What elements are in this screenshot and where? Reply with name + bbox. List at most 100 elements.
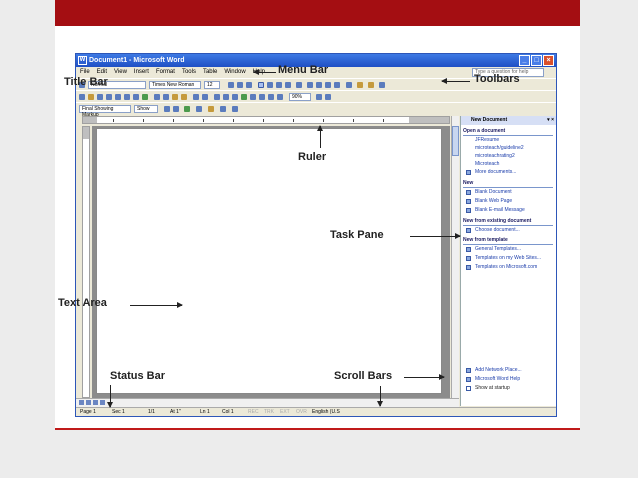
word-app-icon[interactable]: W: [78, 56, 87, 65]
maximize-button[interactable]: □: [531, 55, 542, 66]
next-change-icon[interactable]: [173, 106, 179, 112]
undo-icon[interactable]: [193, 94, 199, 100]
new-comment-icon[interactable]: [208, 106, 214, 112]
bold-icon[interactable]: [228, 82, 234, 88]
show-hide-icon[interactable]: [277, 94, 283, 100]
outline-view-icon[interactable]: [100, 400, 105, 405]
vertical-scrollbar[interactable]: [451, 116, 459, 402]
email-icon[interactable]: [115, 94, 121, 100]
recent-doc-link[interactable]: JFResume: [475, 137, 499, 144]
track-changes-icon[interactable]: [220, 106, 226, 112]
drawing-icon[interactable]: [259, 94, 265, 100]
cut-icon[interactable]: [154, 94, 160, 100]
columns-icon[interactable]: [250, 94, 256, 100]
text-area[interactable]: [96, 128, 442, 394]
minimize-button[interactable]: _: [519, 55, 530, 66]
recent-doc-link[interactable]: microteach/guideline2: [475, 145, 524, 152]
close-button[interactable]: ×: [543, 55, 554, 66]
open-icon[interactable]: [88, 94, 94, 100]
blank-email-link[interactable]: Blank E-mail Message: [475, 207, 525, 214]
more-documents-link[interactable]: More documents...: [475, 169, 516, 176]
tables-borders-icon[interactable]: [223, 94, 229, 100]
insert-table-icon[interactable]: [232, 94, 238, 100]
font-color-icon[interactable]: [368, 82, 374, 88]
accept-change-icon[interactable]: [184, 106, 190, 112]
label-status-bar: Status Bar: [110, 370, 166, 382]
task-pane-header[interactable]: New Document ▾ ×: [461, 116, 556, 125]
align-right-icon[interactable]: [276, 82, 282, 88]
web-layout-icon[interactable]: [86, 400, 91, 405]
reject-change-icon[interactable]: [196, 106, 202, 112]
underline-icon[interactable]: [246, 82, 252, 88]
highlight-icon[interactable]: [357, 82, 363, 88]
hyperlink-icon[interactable]: [214, 94, 220, 100]
previous-change-icon[interactable]: [164, 106, 170, 112]
font-combo[interactable]: Times New Roman: [149, 81, 201, 89]
increase-indent-icon[interactable]: [334, 82, 340, 88]
choose-document-icon: [466, 228, 471, 233]
general-templates-link[interactable]: General Templates...: [475, 246, 521, 253]
border-icon[interactable]: [346, 82, 352, 88]
font-size-combo[interactable]: 12: [204, 81, 220, 89]
choose-document-link[interactable]: Choose document...: [475, 227, 520, 234]
blank-web-page-link[interactable]: Blank Web Page: [475, 198, 512, 205]
format-painter-icon[interactable]: [181, 94, 187, 100]
add-network-place-link[interactable]: Add Network Place...: [475, 367, 522, 374]
bullets-icon[interactable]: [316, 82, 322, 88]
print-preview-icon[interactable]: [133, 94, 139, 100]
help-icon[interactable]: [316, 94, 322, 100]
blank-document-link[interactable]: Blank Document: [475, 189, 512, 196]
paste-icon[interactable]: [172, 94, 178, 100]
display-for-review-combo[interactable]: Final Showing Markup: [79, 105, 131, 118]
horizontal-scrollbar[interactable]: [76, 398, 459, 407]
office-templates-link[interactable]: Templates on Microsoft.com: [475, 264, 537, 271]
new-document-icon[interactable]: [79, 94, 85, 100]
recent-doc-link[interactable]: microteachrating2: [475, 153, 515, 160]
align-left-icon[interactable]: [258, 82, 264, 88]
decrease-indent-icon[interactable]: [325, 82, 331, 88]
scroll-thumb[interactable]: [452, 126, 459, 156]
normal-view-icon[interactable]: [79, 400, 84, 405]
menu-table[interactable]: Table: [203, 67, 217, 78]
print-icon[interactable]: [124, 94, 130, 100]
numbering-icon[interactable]: [307, 82, 313, 88]
status-rec[interactable]: REC: [248, 408, 259, 416]
status-ovr[interactable]: OVR: [296, 408, 307, 416]
show-at-startup-checkbox[interactable]: [466, 386, 471, 391]
menu-insert[interactable]: Insert: [134, 67, 149, 78]
italic-icon[interactable]: [237, 82, 243, 88]
show-markup-combo[interactable]: Show: [134, 105, 158, 113]
status-pages: 1/1: [148, 409, 155, 415]
spelling-icon[interactable]: [142, 94, 148, 100]
menu-tools[interactable]: Tools: [182, 67, 196, 78]
insert-excel-icon[interactable]: [241, 94, 247, 100]
save-icon[interactable]: [97, 94, 103, 100]
task-pane-close-icon[interactable]: ▾ ×: [547, 116, 554, 125]
reviewing-toolbar: Final Showing Markup Show: [76, 102, 556, 118]
menu-view[interactable]: View: [114, 67, 127, 78]
justify-icon[interactable]: [285, 82, 291, 88]
web-templates-link[interactable]: Templates on my Web Sites...: [475, 255, 541, 262]
horizontal-ruler[interactable]: [82, 116, 450, 124]
word-help-link[interactable]: Microsoft Word Help: [475, 376, 520, 383]
vertical-ruler[interactable]: [82, 126, 90, 398]
document-map-icon[interactable]: [268, 94, 274, 100]
permission-icon[interactable]: [106, 94, 112, 100]
recent-doc-link[interactable]: Microteach: [475, 161, 499, 168]
menu-format[interactable]: Format: [156, 67, 175, 78]
reviewing-pane-icon[interactable]: [232, 106, 238, 112]
arrow-ruler: [317, 125, 323, 148]
arrow-toolbars: [441, 78, 470, 84]
status-ext[interactable]: EXT: [280, 408, 290, 416]
toolbar-options-icon[interactable]: [379, 82, 385, 88]
menu-window[interactable]: Window: [224, 67, 245, 78]
status-trk[interactable]: TRK: [264, 408, 274, 416]
print-layout-icon[interactable]: [93, 400, 98, 405]
read-icon[interactable]: [325, 94, 331, 100]
line-spacing-icon[interactable]: [296, 82, 302, 88]
redo-icon[interactable]: [202, 94, 208, 100]
ruler-tick: [323, 119, 324, 122]
copy-icon[interactable]: [163, 94, 169, 100]
zoom-combo[interactable]: 90%: [289, 93, 311, 101]
align-center-icon[interactable]: [267, 82, 273, 88]
